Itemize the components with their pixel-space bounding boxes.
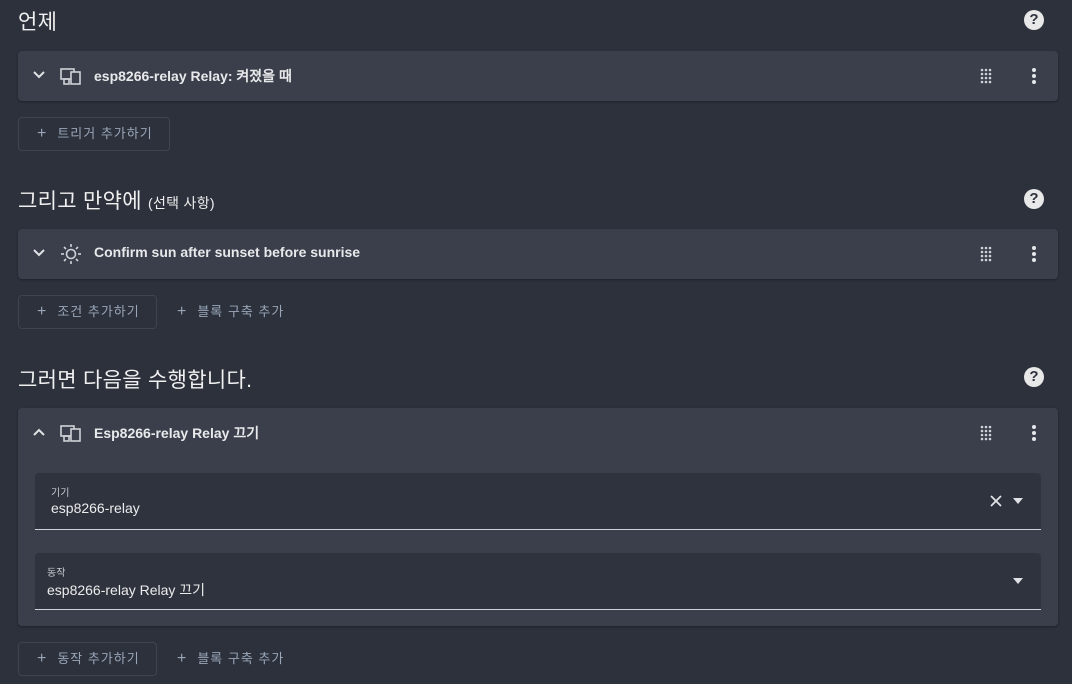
when-section-title: 언제 <box>18 11 58 34</box>
trigger-card[interactable]: esp8266-relay Relay: 켜졌을 때 <box>18 51 1058 101</box>
action-select-label: 동작 <box>47 568 66 579</box>
action-select-value: esp8266-relay Relay 끄기 <box>47 582 206 598</box>
device-icon <box>60 425 81 442</box>
action-card[interactable]: Esp8266-relay Relay 끄기 기기 esp8266-relay … <box>18 408 1058 626</box>
action-card-title: Esp8266-relay Relay 끄기 <box>94 425 260 441</box>
chevron-down-icon[interactable] <box>32 68 46 82</box>
condition-card[interactable]: Confirm sun after sunset before sunrise <box>18 229 1058 279</box>
help-icon[interactable]: ? <box>1024 10 1044 30</box>
help-icon[interactable]: ? <box>1024 189 1044 209</box>
condition-card-title: Confirm sun after sunset before sunrise <box>94 244 361 260</box>
close-icon[interactable] <box>989 494 1003 508</box>
device-select[interactable]: 기기 esp8266-relay <box>35 473 1041 530</box>
drag-handle-icon[interactable] <box>980 246 992 262</box>
plus-icon: + <box>37 125 48 142</box>
drag-handle-icon[interactable] <box>980 68 992 84</box>
more-vertical-icon[interactable] <box>1031 245 1037 263</box>
plus-icon: + <box>37 650 48 667</box>
drag-handle-icon[interactable] <box>980 425 992 441</box>
add-trigger-button[interactable]: + 트리거 추가하기 <box>18 117 170 151</box>
device-icon <box>60 68 81 85</box>
trigger-card-title: esp8266-relay Relay: 켜졌을 때 <box>94 68 292 84</box>
add-building-block-button[interactable]: + 블록 구축 추가 <box>158 295 301 329</box>
action-select[interactable]: 동작 esp8266-relay Relay 끄기 <box>35 553 1041 610</box>
help-icon[interactable]: ? <box>1024 367 1044 387</box>
chevron-up-icon[interactable] <box>32 425 46 439</box>
then-section-title: 그러면 다음을 수행합니다. <box>18 369 253 392</box>
plus-icon: + <box>177 650 188 667</box>
add-condition-button[interactable]: + 조건 추가하기 <box>18 295 157 329</box>
add-building-block-button[interactable]: + 블록 구축 추가 <box>158 642 301 676</box>
device-select-label: 기기 <box>51 488 70 499</box>
more-vertical-icon[interactable] <box>1031 67 1037 85</box>
chevron-down-icon[interactable] <box>32 246 46 260</box>
plus-icon: + <box>177 303 188 320</box>
more-vertical-icon[interactable] <box>1031 424 1037 442</box>
caret-down-icon[interactable] <box>1013 578 1023 584</box>
caret-down-icon[interactable] <box>1013 498 1023 504</box>
and-if-section-title: 그리고 만약에 (선택 사항) <box>18 190 215 213</box>
add-action-button[interactable]: + 동작 추가하기 <box>18 642 157 676</box>
device-select-value: esp8266-relay <box>51 500 140 516</box>
sun-icon <box>61 244 81 264</box>
plus-icon: + <box>37 303 48 320</box>
